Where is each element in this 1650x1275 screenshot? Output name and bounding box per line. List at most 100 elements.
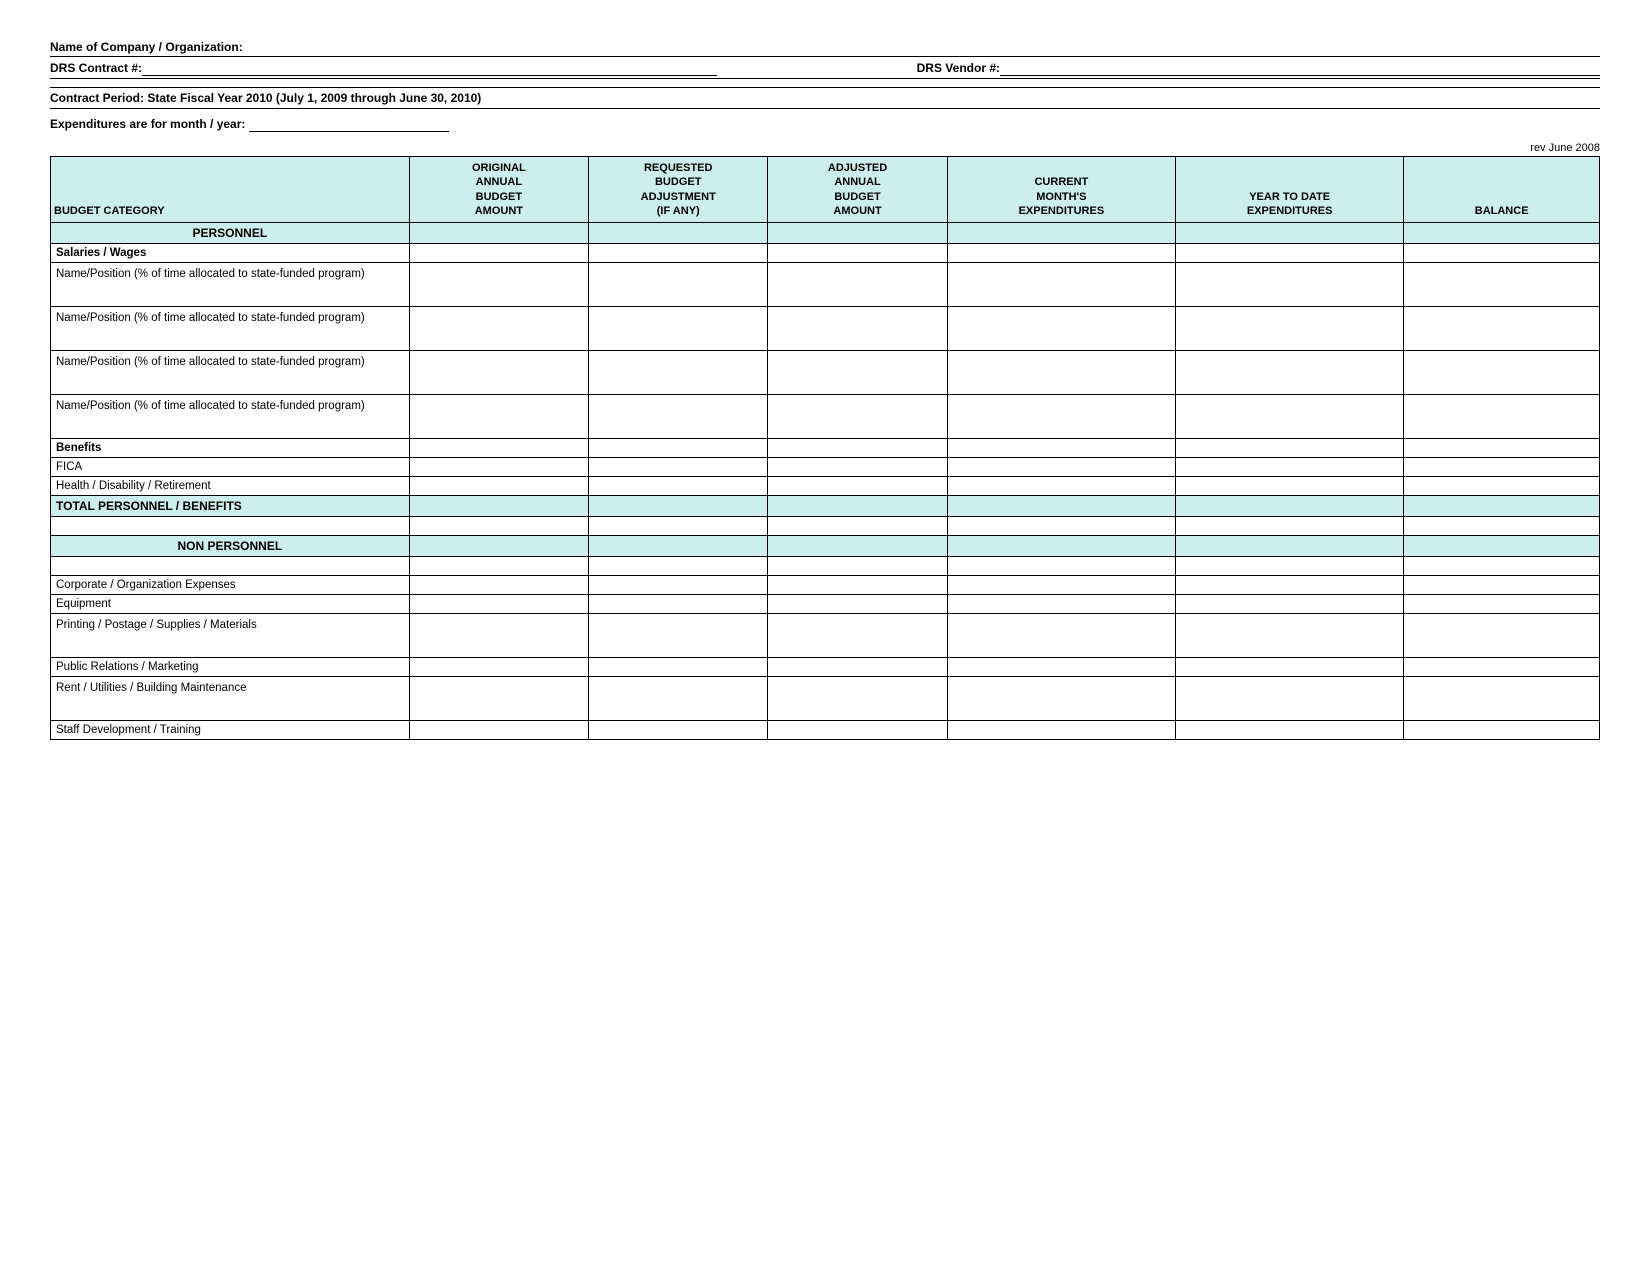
- data-cell: [409, 517, 588, 536]
- data-cell: [768, 395, 947, 439]
- data-cell: [589, 307, 768, 351]
- period-label: Contract Period: State Fiscal Year 2010 …: [50, 91, 481, 105]
- data-cell: [947, 677, 1175, 721]
- data-cell: [947, 496, 1175, 517]
- table-row: PERSONNEL: [51, 223, 1600, 244]
- rent-utilities-label: Rent / Utilities / Building Maintenance: [51, 677, 410, 721]
- col-header-ytd: YEAR TO DATEEXPENDITURES: [1176, 157, 1404, 223]
- data-cell: [768, 244, 947, 263]
- data-cell: [1176, 536, 1404, 557]
- salaries-wages-label: Salaries / Wages: [51, 244, 410, 263]
- name-position-4-label: Name/Position (% of time allocated to st…: [51, 395, 410, 439]
- col-header-adjusted: ADJUSTEDANNUALBUDGETAMOUNT: [768, 157, 947, 223]
- total-personnel-label: TOTAL PERSONNEL / BENEFITS: [51, 496, 410, 517]
- data-cell: [1176, 351, 1404, 395]
- personnel-header: PERSONNEL: [51, 223, 410, 244]
- table-row: Printing / Postage / Supplies / Material…: [51, 614, 1600, 658]
- data-cell: [409, 395, 588, 439]
- data-cell: [589, 517, 768, 536]
- data-cell: [947, 658, 1175, 677]
- data-cell: [589, 614, 768, 658]
- table-row: [51, 517, 1600, 536]
- table-row: Corporate / Organization Expenses: [51, 576, 1600, 595]
- company-label: Name of Company / Organization:: [50, 40, 243, 54]
- data-cell: [51, 557, 410, 576]
- data-cell: [1404, 496, 1600, 517]
- data-cell: [1176, 721, 1404, 740]
- data-cell: [768, 658, 947, 677]
- data-cell: [51, 517, 410, 536]
- data-cell: [1176, 395, 1404, 439]
- data-cell: [1404, 439, 1600, 458]
- data-cell: [589, 458, 768, 477]
- table-row: Staff Development / Training: [51, 721, 1600, 740]
- data-cell: [1404, 557, 1600, 576]
- data-cell: [409, 307, 588, 351]
- data-cell: [947, 614, 1175, 658]
- data-cell: [1404, 395, 1600, 439]
- data-cell: [589, 395, 768, 439]
- table-row: Name/Position (% of time allocated to st…: [51, 263, 1600, 307]
- data-cell: [1404, 677, 1600, 721]
- data-cell: [768, 223, 947, 244]
- table-row: FICA: [51, 458, 1600, 477]
- data-cell: [589, 439, 768, 458]
- data-cell: [409, 557, 588, 576]
- data-cell: [768, 677, 947, 721]
- data-cell: [589, 576, 768, 595]
- name-position-1-label: Name/Position (% of time allocated to st…: [51, 263, 410, 307]
- data-cell: [1176, 576, 1404, 595]
- data-cell: [589, 677, 768, 721]
- data-cell: [1404, 458, 1600, 477]
- health-disability-label: Health / Disability / Retirement: [51, 477, 410, 496]
- data-cell: [768, 576, 947, 595]
- contract-label: DRS Contract #:: [50, 61, 142, 75]
- data-cell: [947, 576, 1175, 595]
- col-header-balance: BALANCE: [1404, 157, 1600, 223]
- data-cell: [1404, 223, 1600, 244]
- data-cell: [768, 458, 947, 477]
- data-cell: [409, 439, 588, 458]
- data-cell: [768, 595, 947, 614]
- data-cell: [768, 307, 947, 351]
- data-cell: [1404, 477, 1600, 496]
- expenditures-for-month-label: Expenditures are for month / year:: [50, 117, 245, 131]
- data-cell: [1404, 536, 1600, 557]
- data-cell: [947, 517, 1175, 536]
- data-cell: [947, 536, 1175, 557]
- data-cell: [768, 721, 947, 740]
- data-cell: [1404, 658, 1600, 677]
- non-personnel-header: NON PERSONNEL: [51, 536, 410, 557]
- printing-postage-label: Printing / Postage / Supplies / Material…: [51, 614, 410, 658]
- data-cell: [589, 658, 768, 677]
- data-cell: [768, 557, 947, 576]
- data-cell: [947, 557, 1175, 576]
- table-row: [51, 557, 1600, 576]
- equipment-label: Equipment: [51, 595, 410, 614]
- data-cell: [589, 496, 768, 517]
- staff-development-label: Staff Development / Training: [51, 721, 410, 740]
- data-cell: [1176, 477, 1404, 496]
- vendor-label: DRS Vendor #:: [917, 61, 1000, 75]
- table-row: Public Relations / Marketing: [51, 658, 1600, 677]
- data-cell: [1176, 263, 1404, 307]
- data-cell: [1404, 517, 1600, 536]
- contract-value: [142, 61, 717, 76]
- data-cell: [1176, 557, 1404, 576]
- data-cell: [1404, 595, 1600, 614]
- table-row: Benefits: [51, 439, 1600, 458]
- data-cell: [947, 439, 1175, 458]
- data-cell: [589, 721, 768, 740]
- data-cell: [1176, 658, 1404, 677]
- table-row: Rent / Utilities / Building Maintenance: [51, 677, 1600, 721]
- data-cell: [1404, 263, 1600, 307]
- data-cell: [409, 263, 588, 307]
- corporate-org-label: Corporate / Organization Expenses: [51, 576, 410, 595]
- data-cell: [589, 477, 768, 496]
- data-cell: [589, 263, 768, 307]
- data-cell: [409, 223, 588, 244]
- table-row: NON PERSONNEL: [51, 536, 1600, 557]
- fica-label: FICA: [51, 458, 410, 477]
- rev-note: rev June 2008: [50, 142, 1600, 154]
- data-cell: [947, 263, 1175, 307]
